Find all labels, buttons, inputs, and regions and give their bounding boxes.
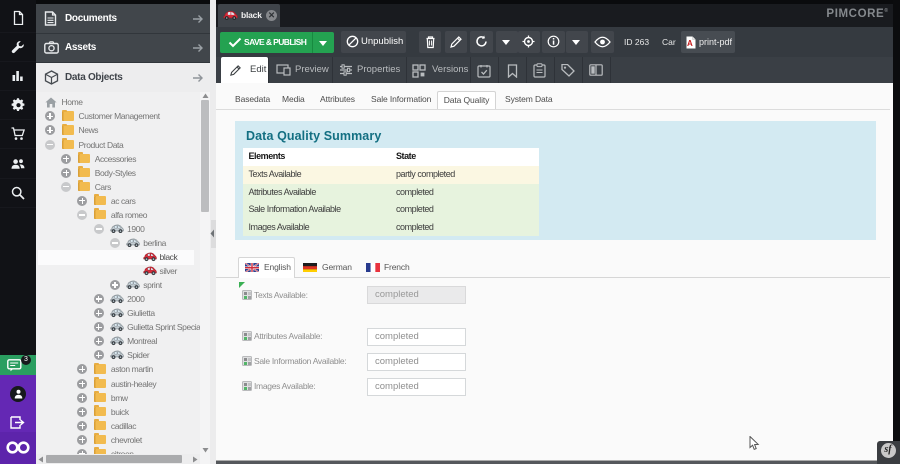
svg-text:A: A: [687, 39, 693, 48]
